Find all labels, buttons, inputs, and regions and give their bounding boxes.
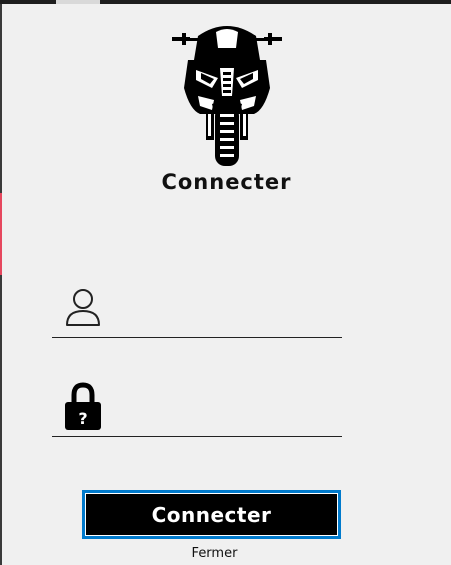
connect-button-label: Connecter (85, 493, 338, 536)
username-field[interactable] (52, 302, 342, 338)
motorcycle-logo-icon (172, 26, 282, 166)
close-link[interactable]: Fermer (152, 546, 277, 561)
page-title: Connecter (161, 170, 292, 194)
connect-button[interactable]: Connecter (82, 490, 341, 539)
password-field[interactable] (52, 401, 342, 437)
login-window: Connecter ? Connecter Fermer (2, 4, 451, 565)
